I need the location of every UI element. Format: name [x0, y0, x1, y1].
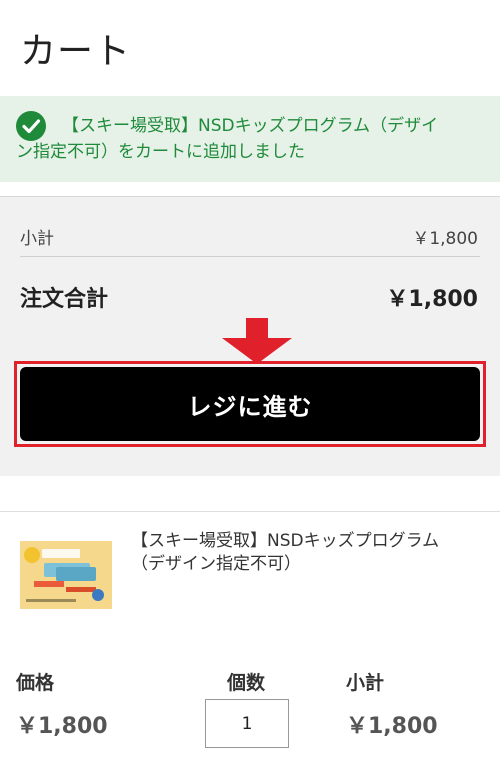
notice-message: 【スキー場受取】NSDキッズプログラム（デザイ ン指定不可）をカートに追加しまし…: [16, 113, 480, 165]
down-arrow-icon: [222, 318, 292, 364]
checkout-button[interactable]: レジに進む: [20, 367, 480, 441]
item-subtotal-label: 小計: [346, 672, 385, 694]
order-total-value: ￥1,800: [386, 287, 478, 312]
product-name-line-2: （デザイン指定不可）: [131, 554, 301, 574]
summary-divider: [20, 256, 480, 257]
quantity-label: 個数: [227, 672, 266, 694]
item-subtotal-value: ￥1,800: [346, 714, 438, 739]
quantity-input[interactable]: [205, 699, 289, 748]
page-title: カート: [20, 31, 132, 72]
product-name-line-1: 【スキー場受取】NSDキッズプログラム: [131, 531, 440, 551]
check-circle-icon: [16, 111, 46, 141]
price-value: ￥1,800: [16, 714, 108, 739]
price-label: 価格: [16, 672, 55, 694]
summary-subtotal-label: 小計: [20, 229, 54, 249]
order-total-label: 注文合計: [20, 287, 109, 312]
summary-subtotal-value: ￥1,800: [412, 229, 478, 249]
notice-line-1: 【スキー場受取】NSDキッズプログラム（デザイ: [62, 116, 439, 136]
product-name[interactable]: 【スキー場受取】NSDキッズプログラム （デザイン指定不可）: [131, 530, 481, 576]
section-divider: [0, 511, 500, 512]
product-thumbnail[interactable]: [20, 541, 112, 609]
notice-line-2: ン指定不可）をカートに追加しました: [16, 142, 305, 162]
